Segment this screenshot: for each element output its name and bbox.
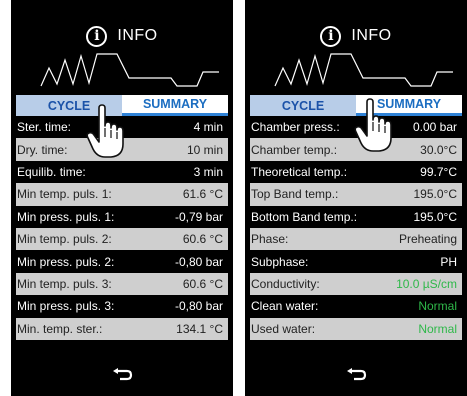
- list-item: Min temp. puls. 1: 61.6 °C: [16, 183, 228, 206]
- item-label: Theoretical temp.:: [251, 164, 348, 179]
- item-value: -0,79 bar: [174, 209, 223, 224]
- item-label: Conductivity:: [251, 276, 320, 291]
- item-value: 61.6 °C: [182, 187, 223, 202]
- item-label: Min temp. puls. 2:: [17, 232, 112, 247]
- item-value: Normal: [418, 299, 457, 314]
- item-value: 4 min: [193, 120, 223, 135]
- tab-summary[interactable]: SUMMARY: [122, 95, 228, 116]
- item-value: 134.1 °C: [176, 321, 223, 336]
- list-item: Min temp. puls. 3: 60.6 °C: [16, 272, 228, 296]
- pointing-hand-icon: [86, 104, 124, 158]
- item-label: Dry. time:: [17, 142, 68, 157]
- list-item: Conductivity: 10.0 µS/cm: [250, 272, 462, 296]
- back-arrow-icon: [113, 368, 133, 381]
- item-value: 195.0°C: [413, 209, 458, 224]
- item-label: Phase:: [251, 232, 289, 247]
- panel-header: i INFO: [245, 24, 467, 48]
- item-value: Normal: [418, 321, 457, 336]
- list-item: Phase: Preheating: [250, 227, 462, 251]
- item-label: Bottom Band temp.:: [251, 209, 358, 224]
- item-value: 60.6 °C: [182, 276, 223, 291]
- item-label: Top Band temp.:: [251, 187, 339, 202]
- list-item: Used water: Normal: [250, 317, 462, 340]
- pointing-hand-icon: [354, 98, 392, 152]
- page-title: INFO: [351, 27, 392, 44]
- item-label: Chamber temp.:: [251, 142, 338, 157]
- item-label: Used water:: [251, 321, 316, 336]
- cycle-waveform: [274, 53, 453, 87]
- item-label: Chamber press.:: [251, 120, 340, 135]
- list-item: Theoretical temp.: 99.7°C: [250, 160, 462, 184]
- info-panel-cycle: i INFO CYCLE SUMMARY Ster. time: 4 min Dr…: [11, 0, 233, 396]
- item-value: PH: [440, 254, 457, 269]
- list-item: Top Band temp.: 195.0°C: [250, 183, 462, 206]
- info-icon[interactable]: i: [320, 25, 342, 47]
- cycle-waveform: [40, 53, 219, 87]
- item-value: 99.7°C: [420, 164, 457, 179]
- page-title: INFO: [117, 27, 158, 44]
- list-item: Min press. puls. 1: -0,79 bar: [16, 205, 228, 228]
- back-button[interactable]: [245, 368, 467, 384]
- panel-header: i INFO: [11, 24, 233, 48]
- item-value: 0.00 bar: [412, 120, 457, 135]
- tab-cycle[interactable]: CYCLE: [250, 95, 356, 116]
- list-item: Clean water: Normal: [250, 295, 462, 318]
- item-value: 10 min: [186, 142, 223, 157]
- info-icon[interactable]: i: [86, 25, 108, 47]
- item-label: Min temp. puls. 1:: [17, 187, 112, 202]
- item-label: Min press. puls. 1:: [17, 209, 115, 224]
- item-label: Ster. time:: [17, 120, 72, 135]
- item-value: 10.0 µS/cm: [396, 276, 457, 291]
- item-value: Preheating: [398, 232, 457, 247]
- item-label: Subphase:: [251, 254, 309, 269]
- item-label: Min. temp. ster.:: [17, 321, 103, 336]
- list-item: Subphase: PH: [250, 250, 462, 273]
- item-label: Min press. puls. 2:: [17, 254, 115, 269]
- back-button[interactable]: [11, 368, 233, 384]
- item-value: -0,80 bar: [174, 299, 223, 314]
- item-value: 195.0°C: [413, 187, 458, 202]
- item-label: Clean water:: [251, 299, 319, 314]
- list-item: Min press. puls. 3: -0,80 bar: [16, 295, 228, 318]
- list-item: Equilib. time: 3 min: [16, 160, 228, 184]
- list-item: Min press. puls. 2: -0,80 bar: [16, 250, 228, 273]
- item-value: 3 min: [193, 164, 223, 179]
- list-item: Bottom Band temp.: 195.0°C: [250, 205, 462, 228]
- item-label: Min temp. puls. 3:: [17, 276, 112, 291]
- item-value: 30.0°C: [420, 142, 457, 157]
- item-value: -0,80 bar: [174, 254, 223, 269]
- list-item: Min temp. puls. 2: 60.6 °C: [16, 227, 228, 251]
- item-label: Min press. puls. 3:: [17, 299, 115, 314]
- info-panel-summary: i INFO CYCLE SUMMARY Chamber press.: 0.00…: [245, 0, 467, 396]
- back-arrow-icon: [347, 368, 367, 381]
- item-label: Equilib. time:: [17, 164, 86, 179]
- item-value: 60.6 °C: [182, 232, 223, 247]
- list-item: Min. temp. ster.: 134.1 °C: [16, 317, 228, 340]
